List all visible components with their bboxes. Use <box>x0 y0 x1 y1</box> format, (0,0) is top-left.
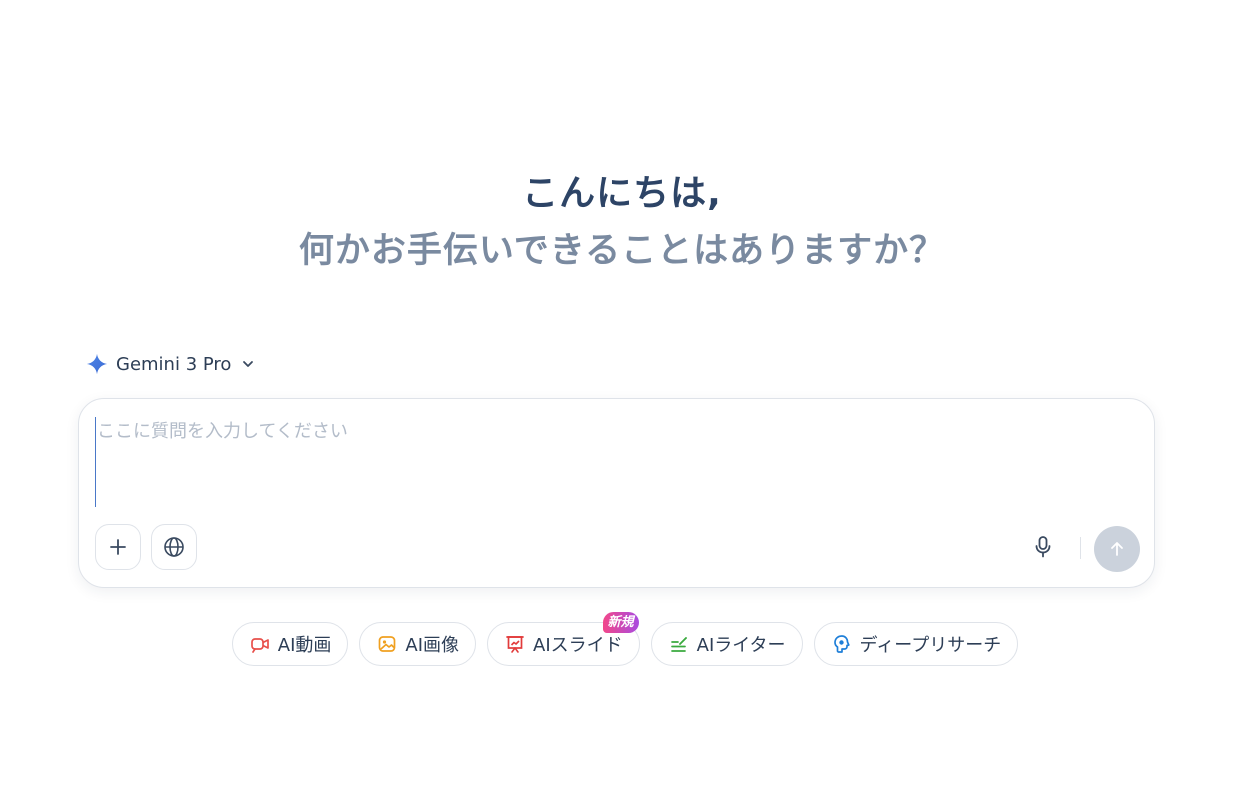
web-search-button[interactable] <box>151 524 197 570</box>
chip-deep-research[interactable]: ディープリサーチ <box>813 622 1019 666</box>
pen-writer-icon <box>670 637 687 652</box>
plus-icon <box>110 539 126 555</box>
greeting-title: こんにちは, <box>522 173 722 214</box>
sparkle-icon <box>86 353 108 375</box>
chip-label: AI動画 <box>277 635 332 656</box>
chip-label: AI画像 <box>405 635 460 656</box>
model-selector[interactable]: Gemini 3 Pro <box>86 350 255 378</box>
image-icon <box>379 636 396 652</box>
globe-icon <box>164 537 184 557</box>
quick-actions: AI動画 AI画像 AIスライド 新規 AIライター ディープリサーチ <box>0 612 1244 666</box>
arrow-up-icon <box>1111 542 1123 556</box>
presentation-icon <box>506 636 524 653</box>
chevron-down-icon <box>243 361 254 367</box>
chip-ai-slide[interactable]: AIスライド 新規 <box>487 612 640 666</box>
new-badge: 新規 <box>602 612 639 633</box>
greeting: こんにちは, 何かお手伝いできることはありますか？ <box>0 168 1244 279</box>
toolbar-divider <box>1080 537 1081 559</box>
chip-ai-video[interactable]: AI動画 <box>231 622 349 666</box>
chip-ai-writer[interactable]: AIライター <box>650 622 803 666</box>
chip-label: ディープリサーチ <box>859 635 1002 656</box>
chip-label: AIスライド <box>533 635 623 656</box>
microphone-icon <box>1035 536 1051 558</box>
microphone-button[interactable] <box>1029 532 1057 562</box>
chip-ai-image[interactable]: AI画像 <box>359 622 477 666</box>
prompt-card <box>78 398 1155 588</box>
model-name: Gemini 3 Pro <box>116 353 232 375</box>
greeting-subtitle: 何かお手伝いできることはありますか？ <box>298 231 946 271</box>
brain-icon <box>833 635 850 653</box>
add-button[interactable] <box>95 524 141 570</box>
send-button[interactable] <box>1094 526 1140 572</box>
chip-label: AIライター <box>696 635 786 656</box>
page: こんにちは, 何かお手伝いできることはありますか？ Gemini 3 Pro こ… <box>0 0 1244 806</box>
video-icon <box>250 638 269 653</box>
prompt-input[interactable] <box>95 417 1137 507</box>
